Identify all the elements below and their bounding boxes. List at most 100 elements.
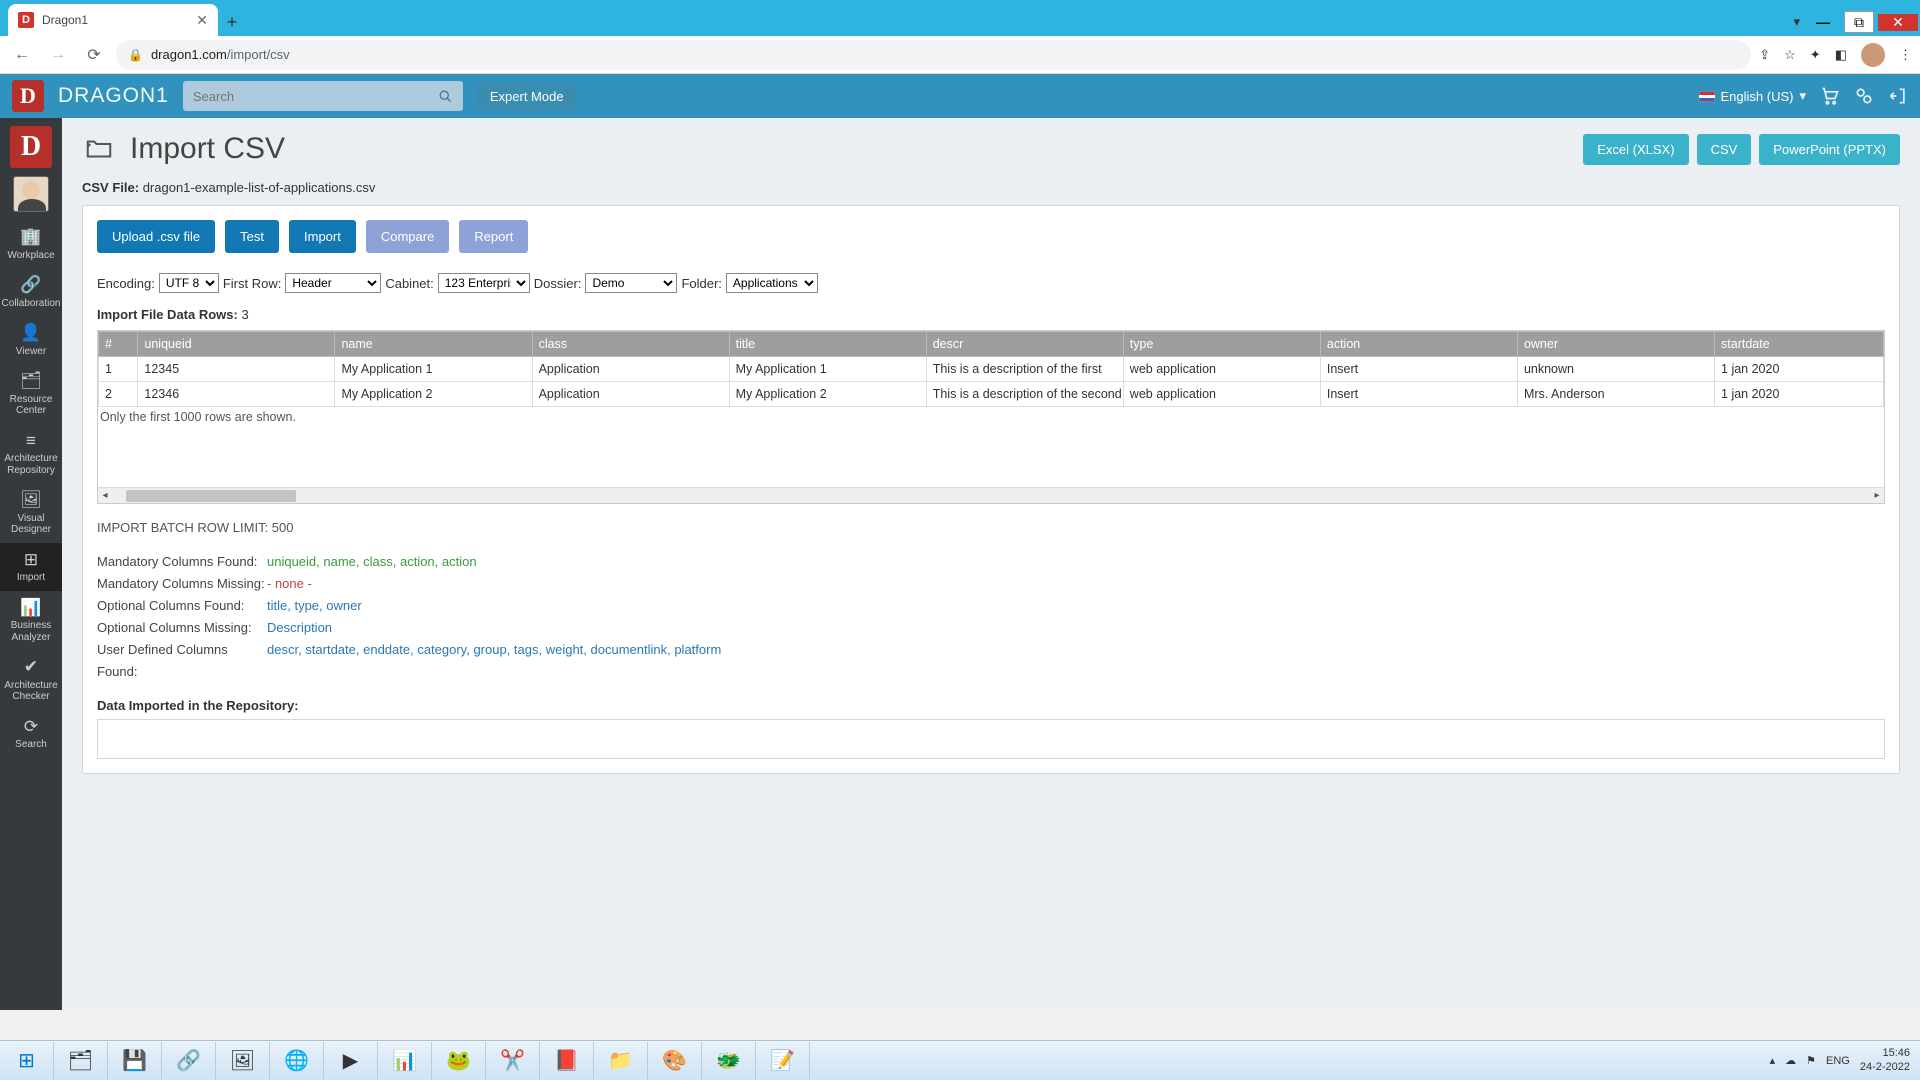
sidebar-item-workplace[interactable]: 🏢Workplace <box>0 220 62 268</box>
window-maximize-button[interactable]: ⧉ <box>1844 11 1874 33</box>
sidebar-item-search[interactable]: ⟳Search <box>0 710 62 758</box>
horizontal-scrollbar[interactable]: ◂ ▸ <box>98 487 1884 503</box>
sidebar-item-collaboration[interactable]: 🔗Collaboration <box>0 268 62 316</box>
sidepanel-icon[interactable]: ◧ <box>1835 47 1847 63</box>
column-header[interactable]: uniqueid <box>138 332 335 357</box>
forward-button[interactable]: → <box>44 41 72 69</box>
export-button-excel-xlsx-[interactable]: Excel (XLSX) <box>1583 134 1688 165</box>
column-header[interactable]: action <box>1320 332 1517 357</box>
tray-flag-icon[interactable]: ⚑ <box>1806 1054 1816 1067</box>
window-minimize-button[interactable]: — <box>1808 14 1838 30</box>
chrome-menu-icon[interactable]: ⋮ <box>1899 47 1912 63</box>
cart-icon[interactable] <box>1820 86 1840 106</box>
sidebar-icon: ✔ <box>2 657 61 677</box>
logout-icon[interactable] <box>1888 86 1908 106</box>
taskbar-pdf-icon[interactable]: 📕 <box>540 1042 594 1080</box>
column-header[interactable]: name <box>335 332 532 357</box>
taskbar-app-icon-5[interactable]: ✂️ <box>486 1042 540 1080</box>
column-header[interactable]: descr <box>926 332 1123 357</box>
action-button-upload-csv-file[interactable]: Upload .csv file <box>97 220 215 253</box>
taskbar-app-icon-3[interactable]: 📊 <box>378 1042 432 1080</box>
language-selector[interactable]: English (US) ▾ <box>1699 88 1807 104</box>
expert-mode-button[interactable]: Expert Mode <box>477 82 577 111</box>
reload-button[interactable]: ⟳ <box>80 41 108 69</box>
column-header[interactable]: title <box>729 332 926 357</box>
taskbar-chrome-icon[interactable]: 🌐 <box>270 1042 324 1080</box>
taskbar-app-icon-2[interactable]: 🖼 <box>216 1042 270 1080</box>
table-cell: web application <box>1123 382 1320 407</box>
app-logo[interactable]: D <box>12 80 44 112</box>
tray-clock[interactable]: 15:46 24-2-2022 <box>1860 1047 1910 1073</box>
column-header[interactable]: type <box>1123 332 1320 357</box>
settings-icon[interactable] <box>1854 86 1874 106</box>
sidebar-item-label: Search <box>15 739 47 750</box>
chrome-dropdown-icon[interactable]: ▾ <box>1787 8 1806 36</box>
sidebar-item-architecture-checker[interactable]: ✔Architecture Checker <box>0 650 62 710</box>
encoding-label: Encoding: <box>97 276 155 291</box>
extensions-icon[interactable]: ✦ <box>1810 47 1821 63</box>
sidebar-logo[interactable]: D <box>10 126 52 168</box>
tray-cloud-icon[interactable]: ☁ <box>1785 1054 1796 1067</box>
taskbar-app-icon-4[interactable]: 🐸 <box>432 1042 486 1080</box>
search-box[interactable] <box>183 81 463 111</box>
column-header[interactable]: startdate <box>1715 332 1884 357</box>
taskbar-save-icon[interactable]: 💾 <box>108 1042 162 1080</box>
bookmark-icon[interactable]: ☆ <box>1784 47 1796 63</box>
sidebar-item-business-analyzer[interactable]: 📊Business Analyzer <box>0 591 62 651</box>
window-close-button[interactable]: ✕ <box>1878 14 1918 31</box>
start-button[interactable]: ⊞ <box>0 1042 54 1080</box>
tray-lang[interactable]: ENG <box>1826 1055 1850 1067</box>
sidebar-item-label: Business Analyzer <box>11 620 52 643</box>
action-button-report[interactable]: Report <box>459 220 528 253</box>
share-icon[interactable]: ⇪ <box>1759 47 1770 63</box>
folder-select[interactable]: Applications <box>726 273 818 293</box>
column-header[interactable]: owner <box>1517 332 1714 357</box>
imported-heading: Data Imported in the Repository: <box>97 698 1885 713</box>
taskbar-powershell-icon[interactable]: ▶ <box>324 1042 378 1080</box>
table-row[interactable]: 212346My Application 2ApplicationMy Appl… <box>99 382 1884 407</box>
cabinet-select[interactable]: 123 Enterprise <box>438 273 530 293</box>
action-button-test[interactable]: Test <box>225 220 279 253</box>
browser-tab-active[interactable]: D Dragon1 ✕ <box>8 4 218 36</box>
columns-info-label: User Defined Columns Found: <box>97 639 267 683</box>
sidebar-item-architecture-repository[interactable]: ≡Architecture Repository <box>0 424 62 484</box>
export-button-powerpoint-pptx-[interactable]: PowerPoint (PPTX) <box>1759 134 1900 165</box>
sidebar-item-resource-center[interactable]: 🗂Resource Center <box>0 364 62 424</box>
action-button-import[interactable]: Import <box>289 220 356 253</box>
search-icon[interactable] <box>438 89 453 104</box>
taskbar-app-icon-6[interactable]: 🐲 <box>702 1042 756 1080</box>
tab-close-icon[interactable]: ✕ <box>196 12 208 29</box>
back-button[interactable]: ← <box>8 41 36 69</box>
new-tab-button[interactable]: + <box>218 8 246 36</box>
scroll-left-icon[interactable]: ◂ <box>98 490 112 501</box>
scroll-right-icon[interactable]: ▸ <box>1870 490 1884 501</box>
sidebar-avatar[interactable] <box>13 176 49 212</box>
encoding-select[interactable]: UTF 8 <box>159 273 219 293</box>
column-header[interactable]: class <box>532 332 729 357</box>
sidebar-item-visual-designer[interactable]: 🖼Visual Designer <box>0 483 62 543</box>
taskbar-app-icon-1[interactable]: 🔗 <box>162 1042 216 1080</box>
table-row[interactable]: 112345My Application 1ApplicationMy Appl… <box>99 357 1884 382</box>
taskbar-notes-icon[interactable]: 📝 <box>756 1042 810 1080</box>
taskbar-paint-icon[interactable]: 🎨 <box>648 1042 702 1080</box>
profile-avatar[interactable] <box>1861 43 1885 67</box>
table-cell: Application <box>532 357 729 382</box>
action-button-compare[interactable]: Compare <box>366 220 449 253</box>
export-button-csv[interactable]: CSV <box>1697 134 1752 165</box>
tray-chevron-icon[interactable]: ▴ <box>1770 1054 1776 1067</box>
system-tray[interactable]: ▴ ☁ ⚑ ENG 15:46 24-2-2022 <box>1760 1047 1920 1073</box>
taskbar-folder-icon[interactable]: 📁 <box>594 1042 648 1080</box>
sidebar-icon: 📊 <box>2 598 61 618</box>
taskbar-explorer-icon[interactable]: 🗂 <box>54 1042 108 1080</box>
sidebar-item-import[interactable]: ⊞Import <box>0 543 62 591</box>
dossier-select[interactable]: Demo <box>585 273 677 293</box>
columns-info-value: - none - <box>267 573 312 595</box>
search-input[interactable] <box>193 89 438 104</box>
address-bar[interactable]: 🔒 dragon1.com/import/csv <box>116 40 1751 70</box>
firstrow-select[interactable]: Header <box>285 273 381 293</box>
sidebar-item-label: Architecture Repository <box>4 453 57 476</box>
column-header[interactable]: # <box>99 332 138 357</box>
scroll-thumb[interactable] <box>126 490 296 502</box>
sidebar-item-viewer[interactable]: 👤Viewer <box>0 316 62 364</box>
table-cell: My Application 2 <box>335 382 532 407</box>
